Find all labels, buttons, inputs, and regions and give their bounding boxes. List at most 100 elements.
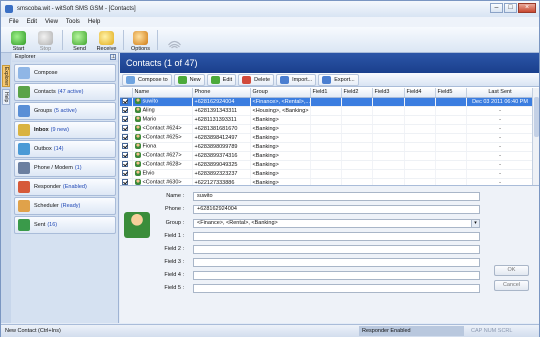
sent-icon [18, 219, 30, 231]
person-icon [134, 116, 141, 123]
field5-input[interactable] [193, 284, 480, 293]
row-checkbox[interactable] [122, 179, 128, 185]
table-row[interactable]: <Contact #624> +6281381681670 <Banking> - [120, 124, 533, 134]
sidebar-item-outbox[interactable]: Outbox (14) [14, 140, 116, 158]
scrollbar-thumb[interactable] [534, 97, 539, 137]
send-button[interactable]: Send [66, 27, 93, 53]
sidebar-item-inbox[interactable]: Inbox (9 new) [14, 121, 116, 139]
table-row[interactable]: suwito +628162924004 <Finance>, <Rental>,.… [120, 97, 533, 107]
menu-edit[interactable]: Edit [27, 19, 37, 25]
column-header-field4[interactable]: Field4 [404, 88, 436, 98]
menu-file[interactable]: File [9, 19, 19, 25]
table-row[interactable]: <Contact #628> +6283899049325 <Banking> - [120, 160, 533, 170]
sidebar-vertical-tabs: Explorer Help [1, 53, 11, 323]
minimize-button[interactable]: – [490, 3, 503, 13]
row-checkbox[interactable] [122, 107, 128, 114]
contact-field3-cell [372, 178, 405, 185]
column-header-name[interactable]: Name [132, 88, 193, 98]
sidebar-item-phone-modem[interactable]: Phone / Modem (1) [14, 159, 116, 177]
phone-field[interactable]: +628162924004 [193, 205, 480, 214]
table-row[interactable]: <Contact #630> +622127333886 <Banking> - [120, 178, 533, 185]
table-row[interactable]: Mario +6281131393311 <Banking> - [120, 115, 533, 125]
cancel-button[interactable]: Cancel [494, 280, 529, 291]
row-checkbox-cell[interactable] [120, 115, 133, 125]
start-button[interactable]: Start [5, 27, 32, 53]
row-checkbox-cell[interactable] [120, 142, 133, 152]
ok-button[interactable]: OK [494, 265, 529, 276]
options-button[interactable]: Options [127, 27, 154, 53]
sidebar-item-contacts[interactable]: Contacts (47 active) [14, 83, 116, 101]
contact-field4-cell [404, 124, 436, 134]
column-header-phone[interactable]: Phone [192, 88, 251, 98]
receive-icon [99, 31, 114, 45]
menu-tools[interactable]: Tools [66, 19, 80, 25]
row-checkbox-cell[interactable] [120, 124, 133, 134]
column-header-group[interactable]: Group [250, 88, 311, 98]
sidebar-item-scheduler[interactable]: Scheduler (Ready) [14, 197, 116, 215]
column-header-check[interactable] [120, 88, 133, 98]
row-checkbox[interactable] [122, 143, 128, 150]
table-row[interactable]: Elvio +6283892323237 <Banking> - [120, 169, 533, 179]
row-checkbox[interactable] [122, 125, 128, 132]
field4-input[interactable] [193, 271, 480, 280]
tab-help[interactable]: Help [2, 89, 10, 105]
row-checkbox-cell[interactable] [120, 106, 133, 116]
row-checkbox-cell[interactable] [120, 169, 133, 179]
table-scrollbar[interactable] [532, 88, 539, 185]
menu-view[interactable]: View [45, 19, 58, 25]
person-icon [134, 125, 141, 132]
table-row[interactable]: <Contact #627> +6283899374316 <Banking> - [120, 151, 533, 161]
column-header-field2[interactable]: Field2 [341, 88, 373, 98]
chevron-down-icon[interactable]: ▾ [471, 220, 479, 227]
column-header-field5[interactable]: Field5 [435, 88, 467, 98]
contact-phone-cell: +628162924004 [192, 97, 251, 107]
contact-field4-cell [404, 142, 436, 152]
contact-group-cell: <Banking> [250, 124, 311, 134]
column-header-last-sent[interactable]: Last Sent [466, 88, 533, 98]
row-checkbox-cell[interactable] [120, 160, 133, 170]
row-checkbox-cell[interactable] [120, 97, 133, 107]
row-checkbox[interactable] [122, 134, 128, 141]
row-checkbox[interactable] [122, 170, 128, 177]
column-header-field3[interactable]: Field3 [372, 88, 405, 98]
new-contact-button[interactable]: New [173, 73, 205, 86]
name-field[interactable]: suwito [193, 192, 480, 201]
export-button[interactable]: Export... [318, 73, 359, 86]
row-checkbox-cell[interactable] [120, 151, 133, 161]
scheduler-icon [18, 200, 30, 212]
group-select[interactable]: <Finance>, <Rental>, <Banking> ▾ [193, 219, 480, 228]
contact-phone-cell: +6283899374316 [192, 151, 251, 161]
table-row[interactable]: Fiona +6283898099789 <Banking> - [120, 142, 533, 152]
column-header-field1[interactable]: Field1 [310, 88, 342, 98]
edit-contact-button[interactable]: Edit [206, 73, 237, 86]
row-checkbox-cell[interactable] [120, 178, 133, 185]
tab-explorer[interactable]: Explorer [2, 65, 10, 87]
row-checkbox-cell[interactable] [120, 133, 133, 143]
contact-field1-cell [310, 160, 342, 170]
stop-button[interactable]: Stop [32, 27, 59, 53]
table-row[interactable]: Aling +6281391343311 <Housing>, <Banking> - [120, 106, 533, 116]
delete-contact-button[interactable]: Delete [238, 73, 275, 86]
row-checkbox[interactable] [122, 98, 128, 105]
row-checkbox[interactable] [122, 116, 128, 123]
field2-input[interactable] [193, 245, 480, 254]
compose-to-button[interactable]: Compose to [122, 73, 172, 86]
import-button[interactable]: Import... [276, 73, 317, 86]
receive-button[interactable]: Receive [93, 27, 120, 53]
maximize-button[interactable]: □ [504, 3, 517, 13]
field1-input[interactable] [193, 232, 480, 241]
app-icon [5, 5, 13, 13]
close-button[interactable]: × [518, 3, 536, 13]
sidebar-item-sent[interactable]: Sent (16) [14, 216, 116, 234]
sidebar-item-responder[interactable]: Responder (Enabled) [14, 178, 116, 196]
pin-icon[interactable]: ⊥ [110, 54, 116, 60]
sidebar-item-compose[interactable]: Compose [14, 64, 116, 82]
field3-input[interactable] [193, 258, 480, 267]
menu-help[interactable]: Help [88, 19, 100, 25]
row-checkbox[interactable] [122, 161, 128, 168]
row-checkbox[interactable] [122, 152, 128, 159]
sidebar-item-groups[interactable]: Groups (5 active) [14, 102, 116, 120]
person-icon [134, 98, 141, 105]
contact-field1-cell [310, 142, 342, 152]
table-row[interactable]: <Contact #625> +6283898412497 <Banking> - [120, 133, 533, 143]
